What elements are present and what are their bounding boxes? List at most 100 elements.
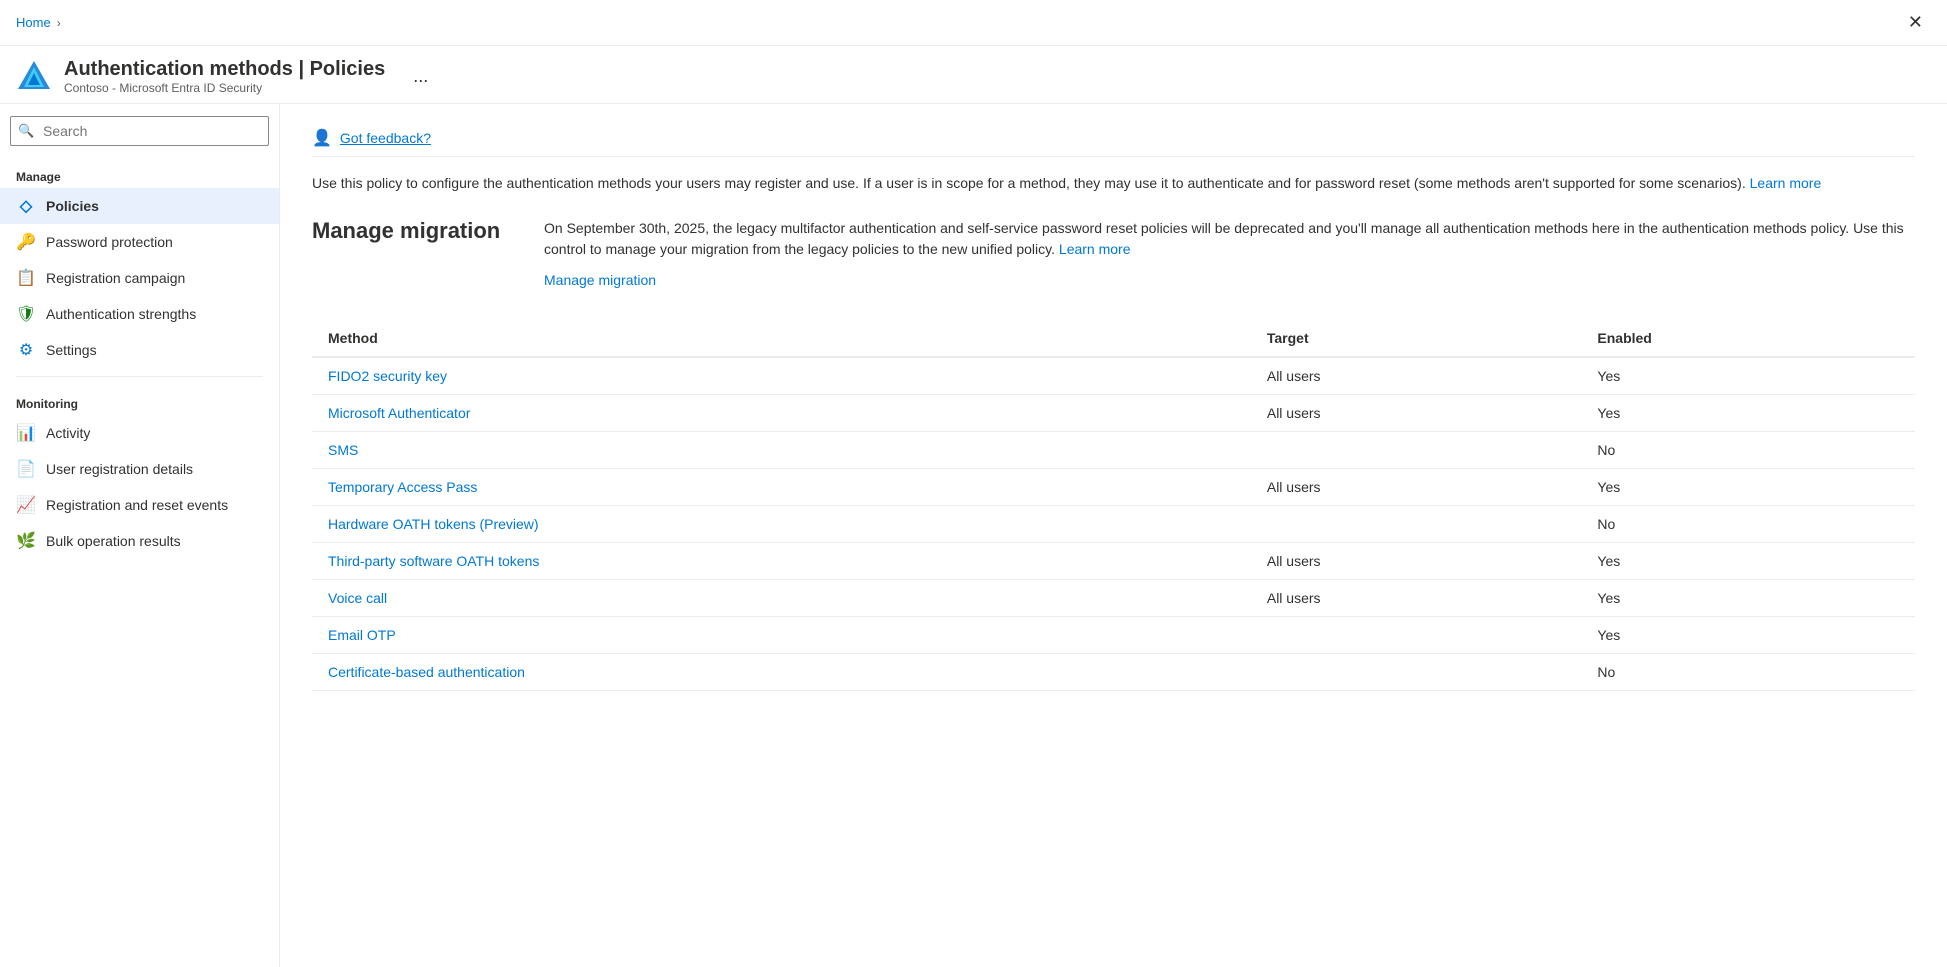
target-cell: All users [1251,357,1582,395]
page-header: Authentication methods | Policies Contos… [0,46,1947,104]
table-row: Certificate-based authentication No [312,654,1915,691]
sidebar-item-registration-campaign[interactable]: 📋 Registration campaign [0,260,279,296]
sidebar: 🔍 Manage ◇ Policies 🔑 Password protectio… [0,104,280,967]
sidebar-item-activity-label: Activity [46,425,90,441]
method-link[interactable]: Temporary Access Pass [328,479,477,495]
enabled-cell: Yes [1581,580,1915,617]
sidebar-item-registration-events[interactable]: 📈 Registration and reset events [0,487,279,523]
sidebar-item-bulk-label: Bulk operation results [46,533,181,549]
target-cell: All users [1251,469,1582,506]
breadcrumb-home[interactable]: Home [16,15,51,30]
methods-table: Method Target Enabled FIDO2 security key… [312,320,1915,691]
method-link[interactable]: Certificate-based authentication [328,664,525,680]
method-cell: Temporary Access Pass [312,469,1251,506]
enabled-cell: Yes [1581,617,1915,654]
method-link[interactable]: SMS [328,442,358,458]
col-target: Target [1251,320,1582,357]
reg-events-icon: 📈 [16,495,36,515]
manage-section-label: Manage [0,158,279,188]
enabled-cell: No [1581,506,1915,543]
activity-icon: 📊 [16,423,36,443]
method-cell: Voice call [312,580,1251,617]
sidebar-item-auth-strengths[interactable]: 🛡 Authentication strengths [0,296,279,332]
sidebar-item-regevents-label: Registration and reset events [46,497,228,513]
method-link[interactable]: Microsoft Authenticator [328,405,470,421]
method-link[interactable]: Hardware OATH tokens (Preview) [328,516,539,532]
auth-strengths-icon: 🛡 [16,304,36,324]
target-cell: All users [1251,580,1582,617]
table-body: FIDO2 security key All users Yes Microso… [312,357,1915,691]
method-link[interactable]: Voice call [328,590,387,606]
settings-icon: ⚙ [16,340,36,360]
description-text: Use this policy to configure the authent… [312,175,1746,191]
method-cell: SMS [312,432,1251,469]
enabled-cell: Yes [1581,395,1915,432]
main-layout: 🔍 Manage ◇ Policies 🔑 Password protectio… [0,104,1947,967]
table-row: Hardware OATH tokens (Preview) No [312,506,1915,543]
method-link[interactable]: Email OTP [328,627,396,643]
table-header: Method Target Enabled [312,320,1915,357]
enabled-cell: No [1581,432,1915,469]
header-text: Authentication methods | Policies Contos… [64,58,385,95]
sidebar-item-settings-label: Settings [46,342,97,358]
app-icon [16,59,52,95]
migration-learn-more-link[interactable]: Learn more [1059,241,1131,257]
sidebar-item-activity[interactable]: 📊 Activity [0,415,279,451]
target-cell: All users [1251,543,1582,580]
method-link[interactable]: FIDO2 security key [328,368,447,384]
target-cell [1251,506,1582,543]
method-cell: Certificate-based authentication [312,654,1251,691]
migration-description: On September 30th, 2025, the legacy mult… [544,218,1915,260]
description-learn-more-link[interactable]: Learn more [1750,175,1822,191]
sidebar-item-bulk-operations[interactable]: 🌿 Bulk operation results [0,523,279,559]
table-row: Third-party software OATH tokens All use… [312,543,1915,580]
target-cell [1251,654,1582,691]
feedback-link[interactable]: Got feedback? [340,130,431,146]
migration-title: Manage migration [312,218,512,244]
search-box-container: 🔍 [10,116,269,146]
table-row: Temporary Access Pass All users Yes [312,469,1915,506]
feedback-bar: 👤 Got feedback? [312,120,1915,157]
enabled-cell: Yes [1581,543,1915,580]
enabled-cell: Yes [1581,469,1915,506]
migration-content: On September 30th, 2025, the legacy mult… [544,218,1915,288]
main-content: 👤 Got feedback? Use this policy to confi… [280,104,1947,967]
col-enabled: Enabled [1581,320,1915,357]
bulk-icon: 🌿 [16,531,36,551]
close-button[interactable]: ✕ [1900,8,1931,37]
monitoring-section-label: Monitoring [0,385,279,415]
sidebar-item-settings[interactable]: ⚙ Settings [0,332,279,368]
migration-desc-text: On September 30th, 2025, the legacy mult… [544,220,1904,257]
sidebar-item-policies-label: Policies [46,198,99,214]
page-title: Authentication methods | Policies [64,58,385,81]
sidebar-item-regcampaign-label: Registration campaign [46,270,185,286]
policies-icon: ◇ [16,196,36,216]
method-cell: Microsoft Authenticator [312,395,1251,432]
enabled-cell: No [1581,654,1915,691]
migration-section: Manage migration On September 30th, 2025… [312,218,1915,288]
page-subtitle: Contoso - Microsoft Entra ID Security [64,81,385,95]
sidebar-item-authstrengths-label: Authentication strengths [46,306,196,322]
sidebar-item-policies[interactable]: ◇ Policies [0,188,279,224]
manage-migration-link[interactable]: Manage migration [544,272,656,288]
method-cell: Hardware OATH tokens (Preview) [312,506,1251,543]
col-method: Method [312,320,1251,357]
table-row: FIDO2 security key All users Yes [312,357,1915,395]
table-row: Microsoft Authenticator All users Yes [312,395,1915,432]
ellipsis-button[interactable]: ... [405,62,436,91]
policy-description: Use this policy to configure the authent… [312,173,1915,194]
password-icon: 🔑 [16,232,36,252]
enabled-cell: Yes [1581,357,1915,395]
search-input[interactable] [10,116,269,146]
sidebar-divider [16,376,263,377]
table-row: SMS No [312,432,1915,469]
sidebar-item-user-registration[interactable]: 📄 User registration details [0,451,279,487]
sidebar-item-password-protection[interactable]: 🔑 Password protection [0,224,279,260]
top-bar: Home › ✕ [0,0,1947,46]
breadcrumb: Home › [16,15,61,30]
feedback-icon: 👤 [312,128,332,148]
method-link[interactable]: Third-party software OATH tokens [328,553,539,569]
sidebar-item-password-label: Password protection [46,234,173,250]
user-reg-icon: 📄 [16,459,36,479]
breadcrumb-separator: › [57,16,61,30]
